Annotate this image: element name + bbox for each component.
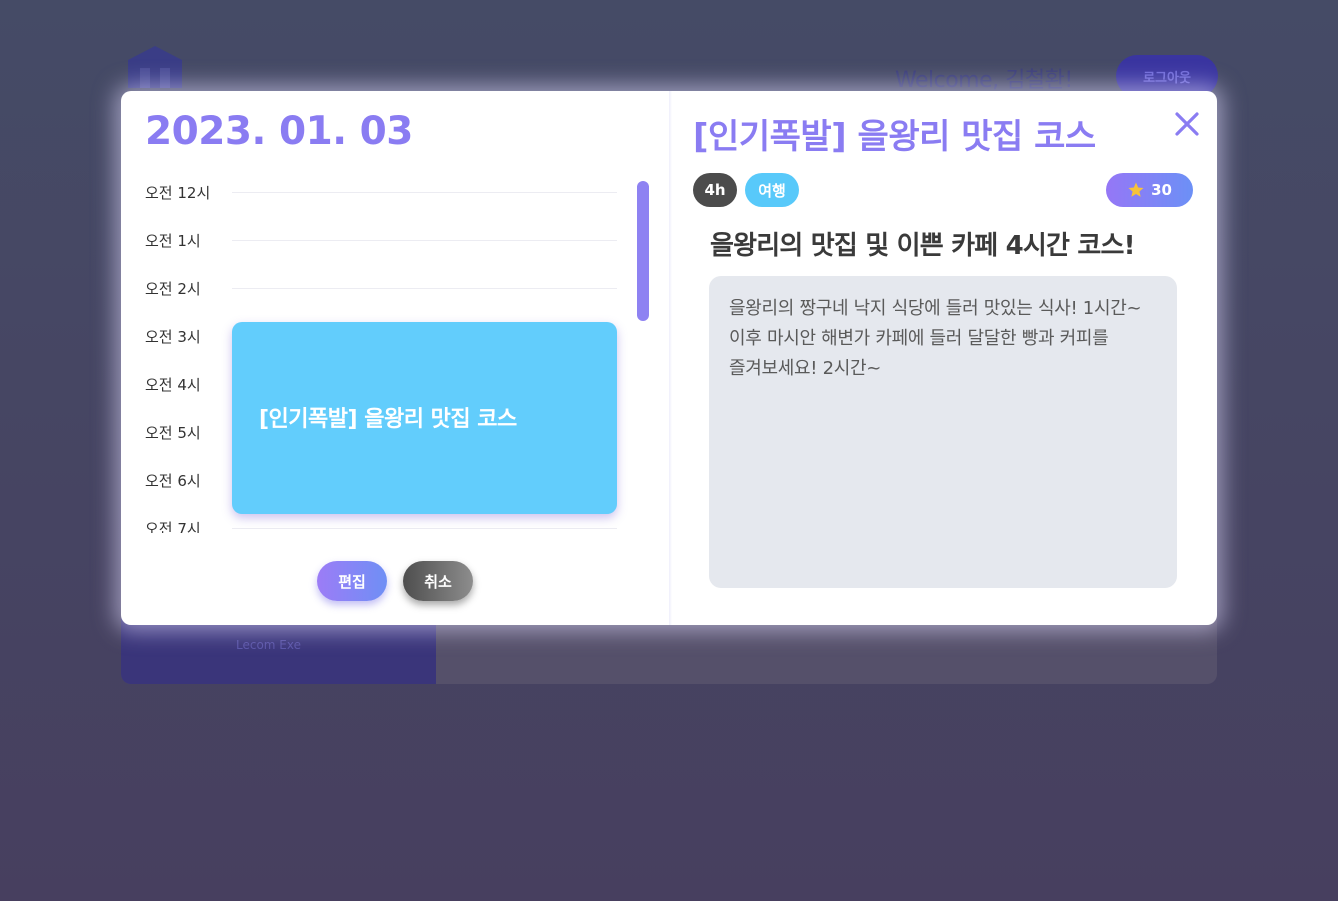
rating-value: 30	[1151, 181, 1172, 199]
hour-label: 오전 4시	[145, 376, 201, 394]
hour-label: 오전 5시	[145, 424, 201, 442]
schedule-date: 2023. 01. 03	[145, 109, 413, 154]
hour-row: 오전 12시	[145, 182, 620, 202]
category-tag: 여행	[745, 173, 799, 207]
logo-icon	[128, 46, 182, 88]
hour-divider	[232, 192, 617, 193]
hour-label: 오전 7시	[145, 520, 201, 533]
course-description: 을왕리의 짱구네 낙지 식당에 들러 맛있는 식사! 1시간~ 이후 마시안 해…	[729, 298, 1142, 379]
course-title: [인기폭발] 을왕리 맛집 코스	[693, 117, 1096, 157]
schedule-event-block[interactable]: [인기폭발] 을왕리 맛집 코스	[232, 322, 617, 514]
hour-label: 오전 6시	[145, 472, 201, 490]
cancel-button[interactable]: 취소	[403, 561, 473, 601]
hour-label: 오전 1시	[145, 232, 201, 250]
event-title: [인기폭발] 을왕리 맛집 코스	[259, 407, 517, 432]
course-detail-pane: [인기폭발] 을왕리 맛집 코스 4h 여행 30 을왕리의 맛집 및 이쁜 카…	[672, 91, 1217, 625]
hour-schedule[interactable]: 오전 12시 오전 1시 오전 2시 오전 3시 오전 4시 오전 5시 오전 …	[121, 173, 669, 533]
schedule-pane: 2023. 01. 03 오전 12시 오전 1시 오전 2시 오전 3시 오전…	[121, 91, 669, 625]
course-summary: 을왕리의 맛집 및 이쁜 카페 4시간 코스!	[710, 231, 1135, 261]
hour-label: 오전 2시	[145, 280, 201, 298]
hour-row: 오전 2시	[145, 278, 620, 298]
hour-divider	[232, 288, 617, 289]
hour-label: 오전 3시	[145, 328, 201, 346]
star-icon	[1128, 182, 1144, 197]
close-icon[interactable]	[1172, 109, 1202, 139]
hour-row: 오전 7시	[145, 518, 620, 533]
welcome-text: Welcome, 김철환!	[895, 68, 1073, 93]
course-description-box: 을왕리의 짱구네 낙지 식당에 들러 맛있는 식사! 1시간~ 이후 마시안 해…	[709, 276, 1177, 588]
schedule-scrollbar[interactable]	[637, 181, 649, 321]
hour-divider	[232, 528, 617, 529]
course-detail-modal: 2023. 01. 03 오전 12시 오전 1시 오전 2시 오전 3시 오전…	[121, 91, 1217, 625]
background-panel-text: Lecom Exe	[236, 638, 301, 652]
edit-button[interactable]: 편집	[317, 561, 387, 601]
hour-divider	[232, 240, 617, 241]
hour-row: 오전 1시	[145, 230, 620, 250]
rating-badge[interactable]: 30	[1106, 173, 1193, 207]
duration-tag: 4h	[693, 173, 737, 207]
hour-label: 오전 12시	[145, 184, 211, 202]
